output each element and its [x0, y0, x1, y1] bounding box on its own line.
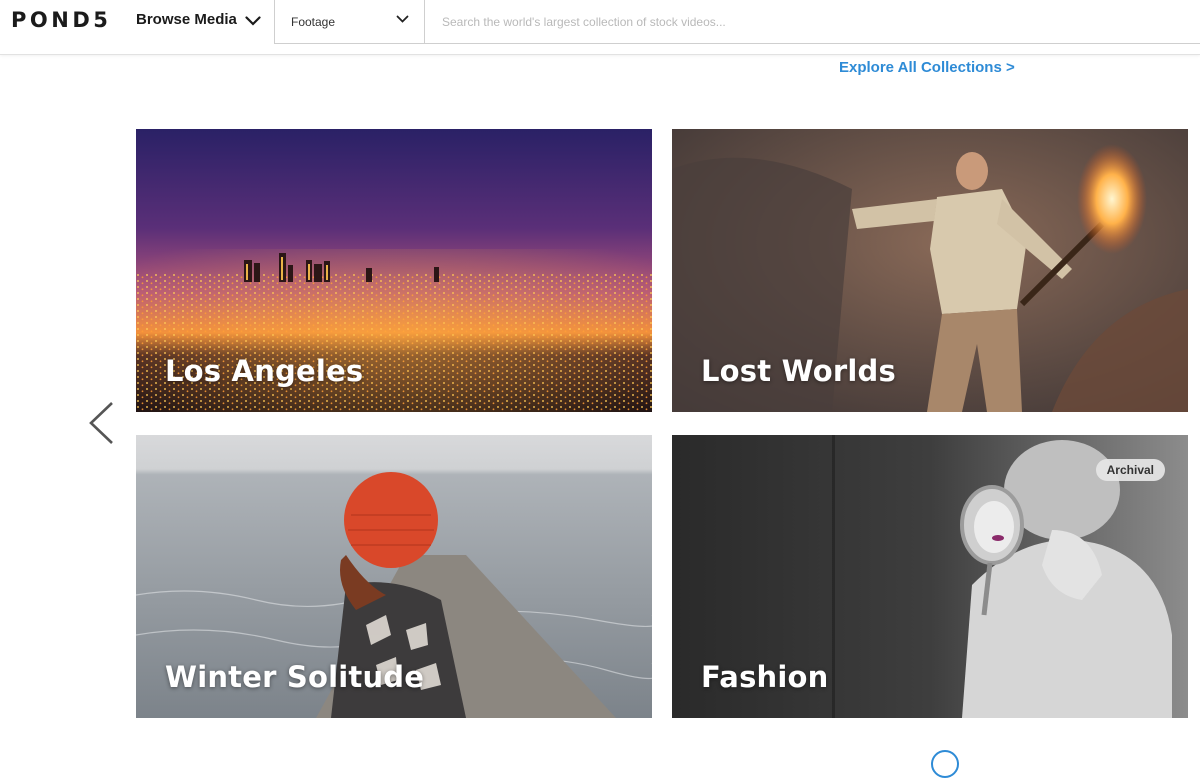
search-input[interactable] — [425, 0, 1200, 43]
media-type-value: Footage — [291, 14, 336, 29]
carousel-prev-button[interactable] — [86, 400, 118, 446]
media-type-select[interactable]: Footage — [274, 0, 425, 44]
card-title: Winter Solitude — [165, 660, 425, 694]
collection-card-los-angeles[interactable]: Los Angeles — [136, 129, 652, 412]
archival-badge: Archival — [1095, 459, 1165, 481]
site-header: POND5 Browse Media Footage — [0, 0, 1200, 55]
browse-media-menu[interactable]: Browse Media — [136, 11, 261, 28]
browse-media-label: Browse Media — [136, 11, 237, 28]
collection-card-winter-solitude[interactable]: Winter Solitude — [136, 435, 652, 718]
explore-all-collections-link[interactable]: Explore All Collections > — [839, 59, 1015, 76]
collection-card-lost-worlds[interactable]: Lost Worlds — [672, 129, 1188, 412]
chevron-left-icon — [89, 402, 113, 444]
card-title: Los Angeles — [165, 354, 364, 388]
collection-card-fashion[interactable]: Archival Fashion — [672, 435, 1188, 718]
chevron-down-icon — [396, 15, 409, 23]
chevron-down-icon — [245, 15, 261, 26]
card-title: Lost Worlds — [701, 354, 896, 388]
scroll-indicator[interactable] — [931, 750, 959, 778]
card-title: Fashion — [701, 660, 829, 694]
pond5-logo[interactable]: POND5 — [11, 8, 111, 32]
search-bar — [424, 0, 1200, 44]
